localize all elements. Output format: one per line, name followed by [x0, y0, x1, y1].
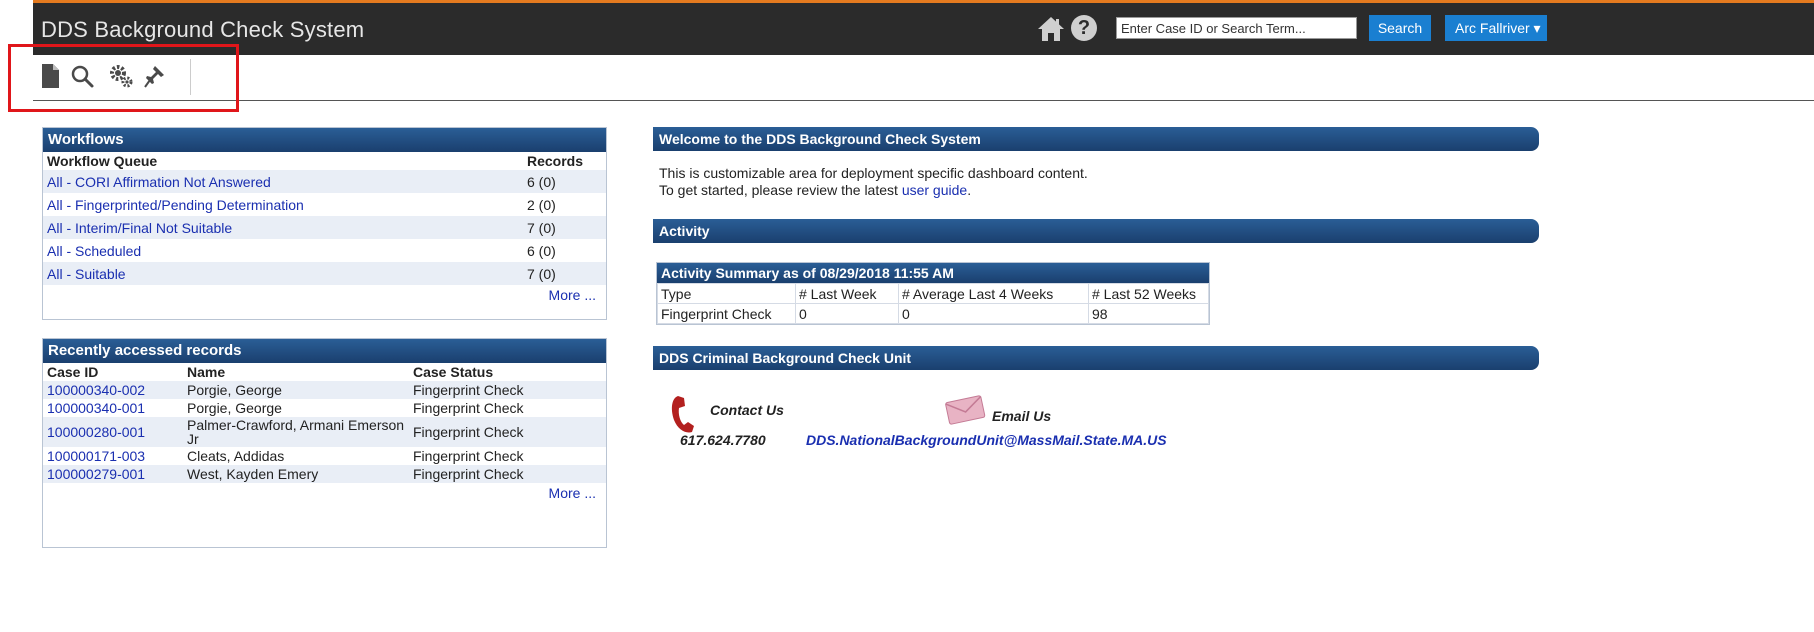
search-input[interactable]: [1116, 17, 1357, 39]
email-us-label: Email Us: [992, 408, 1052, 424]
case-id-link[interactable]: 100000279-001: [47, 466, 145, 482]
workflow-link[interactable]: All - Suitable: [47, 266, 126, 282]
table-row: All - Scheduled 6 (0): [43, 239, 606, 262]
activity-summary-title: Activity Summary as of 08/29/2018 11:55 …: [657, 263, 1209, 283]
welcome-line-2-suffix: .: [967, 182, 972, 198]
case-name: West, Kayden Emery: [187, 466, 319, 482]
table-row: 100000340-002 Porgie, George Fingerprint…: [43, 381, 606, 399]
workflow-link[interactable]: All - Scheduled: [47, 243, 141, 259]
search-button[interactable]: Search: [1369, 15, 1431, 41]
recent-records-table: Case ID Name Case Status 100000340-002 P…: [43, 363, 606, 483]
case-status: Fingerprint Check: [413, 382, 524, 398]
col-name: Name: [187, 364, 226, 380]
welcome-line-1: This is customizable area for deployment…: [659, 165, 1088, 181]
welcome-title: Welcome to the DDS Background Check Syst…: [653, 127, 1539, 151]
records-count: 6 (0): [527, 242, 556, 259]
activity-avg-4-weeks: 0: [898, 303, 1089, 324]
home-icon[interactable]: [1037, 16, 1065, 42]
activity-type: Fingerprint Check: [657, 303, 796, 324]
case-status: Fingerprint Check: [413, 466, 524, 482]
app-title: DDS Background Check System: [41, 17, 365, 42]
table-row: 100000279-001 West, Kayden Emery Fingerp…: [43, 465, 606, 483]
records-count: 7 (0): [527, 265, 556, 282]
welcome-text: This is customizable area for deployment…: [659, 165, 1088, 199]
case-id-link[interactable]: 100000340-002: [47, 382, 145, 398]
top-header: DDS Background Check System ? Search Arc…: [33, 0, 1814, 55]
case-name: Palmer-Crawford, Armani Emerson Jr: [187, 417, 405, 447]
workflow-link[interactable]: All - CORI Affirmation Not Answered: [47, 174, 271, 190]
welcome-line-2: To get started, please review the latest…: [659, 182, 1088, 199]
records-count: 6 (0): [527, 173, 556, 190]
envelope-icon: [945, 395, 986, 425]
case-name: Porgie, George: [187, 400, 282, 416]
workflow-link[interactable]: All - Interim/Final Not Suitable: [47, 220, 232, 236]
col-records: Records: [527, 153, 584, 169]
case-id-link[interactable]: 100000280-001: [47, 424, 145, 440]
case-status: Fingerprint Check: [413, 424, 524, 440]
case-name: Porgie, George: [187, 382, 282, 398]
workflows-panel: Workflows Workflow Queue Records All - C…: [42, 127, 607, 320]
phone-icon: [671, 396, 694, 433]
workflows-table: Workflow Queue Records All - CORI Affirm…: [43, 152, 606, 285]
highlight-box: [8, 44, 239, 112]
welcome-line-2-prefix: To get started, please review the latest: [659, 182, 902, 198]
workflows-title: Workflows: [43, 128, 606, 152]
activity-last-week: 0: [795, 303, 899, 324]
table-row: All - Fingerprinted/Pending Determinatio…: [43, 193, 606, 216]
recent-records-panel: Recently accessed records Case ID Name C…: [42, 338, 607, 548]
case-status: Fingerprint Check: [413, 448, 524, 464]
user-menu-button[interactable]: Arc Fallriver ▾: [1445, 15, 1547, 41]
col-last-week: # Last Week: [795, 283, 899, 304]
recent-records-title: Recently accessed records: [43, 339, 606, 363]
table-row: 100000171-003 Cleats, Addidas Fingerprin…: [43, 447, 606, 465]
toolbar: [33, 55, 1814, 101]
activity-title: Activity: [653, 219, 1539, 243]
col-workflow-queue: Workflow Queue: [47, 153, 158, 169]
table-row: 100000280-001 Palmer-Crawford, Armani Em…: [43, 417, 606, 447]
records-count: 2 (0): [527, 196, 556, 213]
case-name: Cleats, Addidas: [187, 448, 285, 464]
help-icon[interactable]: ?: [1071, 15, 1097, 41]
col-last-52-weeks: # Last 52 Weeks: [1088, 283, 1209, 304]
records-count: 7 (0): [527, 219, 556, 236]
col-type: Type: [657, 283, 796, 304]
unit-title: DDS Criminal Background Check Unit: [653, 346, 1539, 370]
case-status: Fingerprint Check: [413, 400, 524, 416]
table-row: All - Interim/Final Not Suitable 7 (0): [43, 216, 606, 239]
table-row: 100000340-001 Porgie, George Fingerprint…: [43, 399, 606, 417]
phone-number: 617.624.7780: [680, 432, 766, 448]
case-id-link[interactable]: 100000340-001: [47, 400, 145, 416]
activity-summary: Activity Summary as of 08/29/2018 11:55 …: [656, 262, 1210, 325]
workflow-link[interactable]: All - Fingerprinted/Pending Determinatio…: [47, 197, 304, 213]
table-row: All - Suitable 7 (0): [43, 262, 606, 285]
col-case-status: Case Status: [413, 364, 494, 380]
activity-last-52-weeks: 98: [1088, 303, 1209, 324]
workflows-more-link[interactable]: More ...: [43, 285, 606, 309]
col-avg-4-weeks: # Average Last 4 Weeks: [898, 283, 1089, 304]
col-case-id: Case ID: [47, 364, 99, 380]
table-row: All - CORI Affirmation Not Answered 6 (0…: [43, 170, 606, 193]
contact-us-label: Contact Us: [710, 402, 784, 418]
activity-summary-table: Type # Last Week # Average Last 4 Weeks …: [657, 283, 1209, 324]
recent-more-link[interactable]: More ...: [43, 483, 606, 507]
table-row: Fingerprint Check 0 0 98: [657, 303, 1209, 324]
case-id-link[interactable]: 100000171-003: [47, 448, 145, 464]
email-link[interactable]: DDS.NationalBackgroundUnit@MassMail.Stat…: [806, 432, 1167, 448]
user-guide-link[interactable]: user guide: [902, 182, 967, 198]
